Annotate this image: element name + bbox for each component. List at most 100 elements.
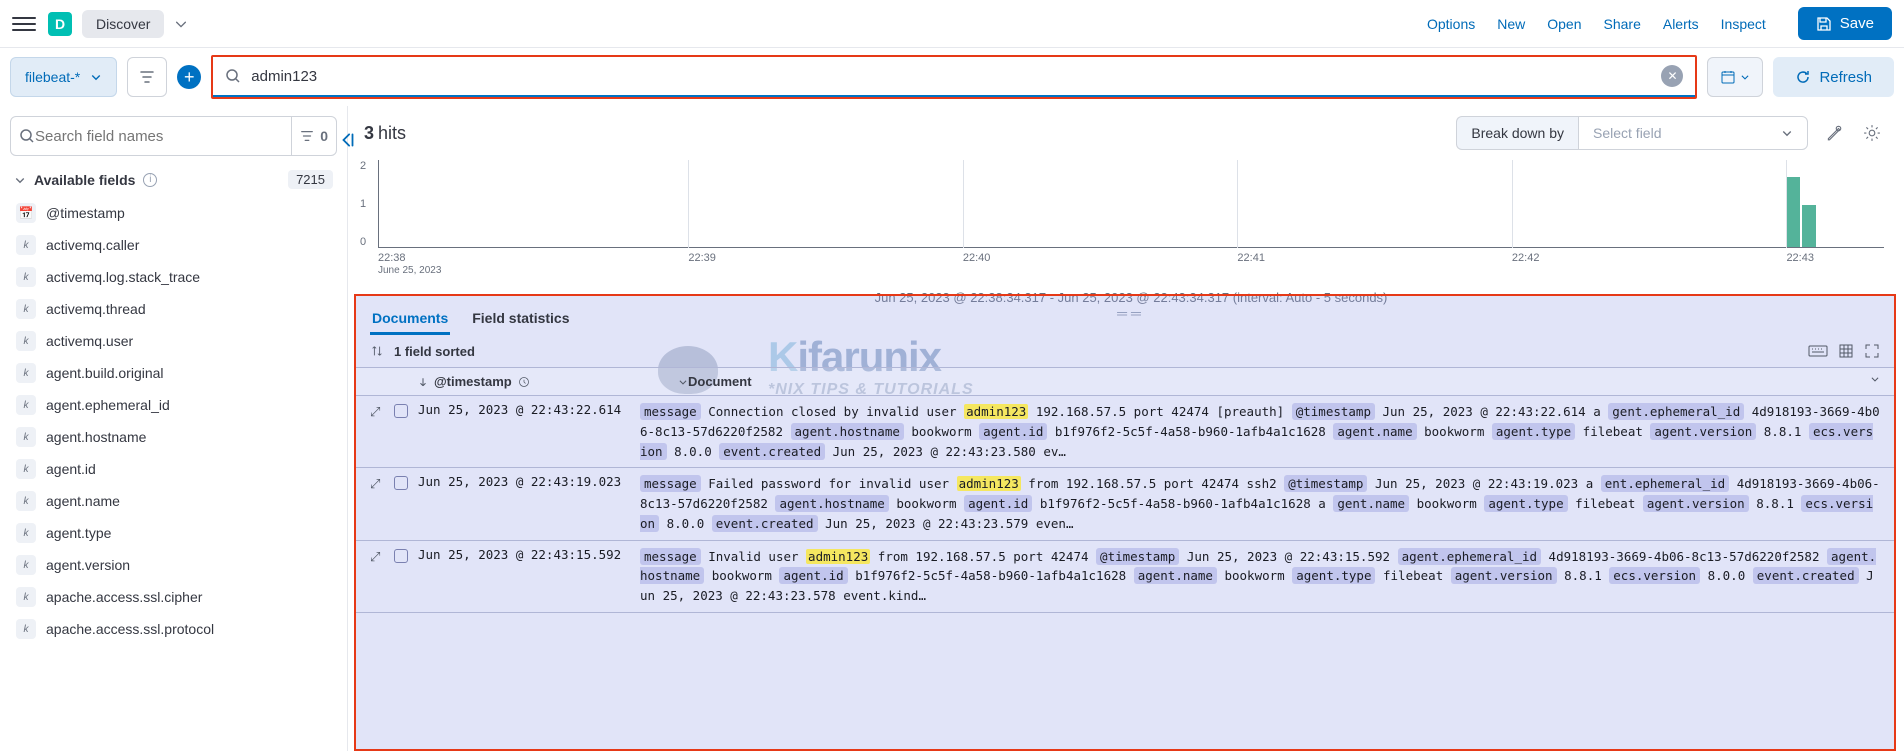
query-input[interactable] [251,68,1651,85]
available-fields-count: 7215 [288,170,333,189]
y-axis: 2 1 0 [360,160,366,248]
field-type-icon: k [16,459,36,479]
field-type-icon: k [16,491,36,511]
chart-settings-icon[interactable] [1856,117,1888,149]
chevron-down-icon [14,174,26,186]
field-item[interactable]: kapache.access.ssl.protocol [10,613,337,645]
field-item[interactable]: @timestamp [10,197,337,229]
sort-info-row: 1 field sorted [356,335,1894,367]
field-item[interactable]: k apache.access.ssl.cipher [10,581,337,613]
chart-plot [378,160,1884,248]
grid-header: @timestamp Document [356,367,1894,396]
chevron-down-icon [90,71,102,83]
row-checkbox[interactable] [394,402,418,461]
field-list[interactable]: @timestampkactivemq.callerkactivemq.log.… [10,197,337,751]
collapse-sidebar-button[interactable] [336,128,360,152]
field-type-icon: k [16,587,36,607]
save-icon [1816,16,1832,32]
tab-field-statistics[interactable]: Field statistics [470,304,571,335]
index-pattern-selector[interactable]: filebeat-* [10,57,117,97]
field-type-icon [16,203,36,223]
field-name-label: activemq.thread [46,301,146,317]
filter-funnel-button[interactable] [127,57,167,97]
save-button[interactable]: Save [1798,7,1892,40]
expand-row-icon[interactable]: ⤢ [370,547,394,606]
col-timestamp[interactable]: @timestamp [418,374,688,389]
field-item[interactable]: kagent.ephemeral_id [10,389,337,421]
date-picker-button[interactable] [1707,57,1763,97]
field-type-icon: k [16,235,36,255]
keyboard-icon[interactable] [1808,343,1828,359]
refresh-label: Refresh [1819,69,1872,86]
field-search-input[interactable] [35,128,285,145]
row-timestamp: Jun 25, 2023 @ 22:43:22.614 [418,402,640,461]
field-name-label: agent.id [46,461,96,477]
clear-query-icon[interactable]: ✕ [1661,65,1683,87]
chevron-down-icon[interactable] [174,17,188,31]
field-type-icon: k [16,363,36,383]
col-document[interactable]: Document [688,374,1880,389]
add-filter-button[interactable]: + [177,65,201,89]
field-filter-count[interactable]: 0 [291,117,328,155]
field-item[interactable]: kactivemq.user [10,325,337,357]
row-checkbox[interactable] [394,547,418,606]
result-tabs: Documents Field statistics [356,296,1894,335]
field-name-label: agent.hostname [46,429,146,445]
link-alerts[interactable]: Alerts [1663,16,1699,32]
field-item[interactable]: kactivemq.log.stack_trace [10,261,337,293]
link-share[interactable]: Share [1604,16,1641,32]
app-badge-discover[interactable]: D [48,12,72,36]
link-new[interactable]: New [1497,16,1525,32]
density-icon[interactable] [1838,343,1854,359]
field-item[interactable]: kagent.build.original [10,357,337,389]
expand-row-icon[interactable]: ⤢ [370,474,394,533]
field-name-label: @timestamp [46,205,125,221]
expand-row-icon[interactable]: ⤢ [370,402,394,461]
chevron-down-icon [678,377,688,387]
field-item[interactable]: k agent.hostname [10,421,337,453]
field-item[interactable]: kactivemq.thread [10,293,337,325]
sort-icon[interactable] [370,344,384,358]
field-item[interactable]: k agent.id [10,453,337,485]
breakdown-select[interactable]: Select field [1578,116,1808,150]
field-item[interactable]: k agent.name [10,485,337,517]
breakdown-placeholder: Select field [1593,125,1661,141]
row-document: message Invalid user admin123 from 192.1… [640,547,1880,606]
link-options[interactable]: Options [1427,16,1475,32]
hits-count: 3 [364,123,374,144]
menu-icon[interactable] [12,12,36,36]
field-name-label: agent.type [46,525,111,541]
field-item[interactable]: kagent.type [10,517,337,549]
hits-label: hits [378,123,406,144]
field-search[interactable]: 0 [10,116,337,156]
discover-dropdown[interactable]: Discover [82,10,164,38]
available-fields-label: Available fields [34,172,135,188]
refresh-button[interactable]: Refresh [1773,57,1894,97]
calendar-icon [1720,69,1736,85]
row-timestamp: Jun 25, 2023 @ 22:43:19.023 [418,474,640,533]
query-search-highlight: ✕ [211,55,1697,99]
tab-documents[interactable]: Documents [370,304,450,335]
field-name-label: apache.access.ssl.cipher [46,589,202,605]
info-icon[interactable]: i [143,173,157,187]
filter-icon [139,69,155,85]
chart-bar [1802,205,1816,247]
field-name-label: activemq.log.stack_trace [46,269,200,285]
chart-bar [1786,177,1800,247]
refresh-icon [1795,69,1811,85]
field-type-icon: k [16,427,36,447]
fullscreen-icon[interactable] [1864,343,1880,359]
histogram-chart[interactable]: 2 1 0 22:38June 25, 2023 22:39 22:40 22:… [348,160,1904,290]
link-open[interactable]: Open [1547,16,1581,32]
save-label: Save [1840,15,1874,32]
link-inspect[interactable]: Inspect [1721,16,1766,32]
breakdown-label: Break down by [1456,116,1578,150]
available-fields-header[interactable]: Available fields i 7215 [10,166,337,197]
field-name-label: agent.name [46,493,120,509]
row-checkbox[interactable] [394,474,418,533]
sort-down-icon [418,377,428,387]
document-rows: ⤢Jun 25, 2023 @ 22:43:22.614message Conn… [356,396,1894,749]
field-item[interactable]: kagent.version [10,549,337,581]
chart-edit-icon[interactable] [1818,117,1850,149]
field-item[interactable]: kactivemq.caller [10,229,337,261]
